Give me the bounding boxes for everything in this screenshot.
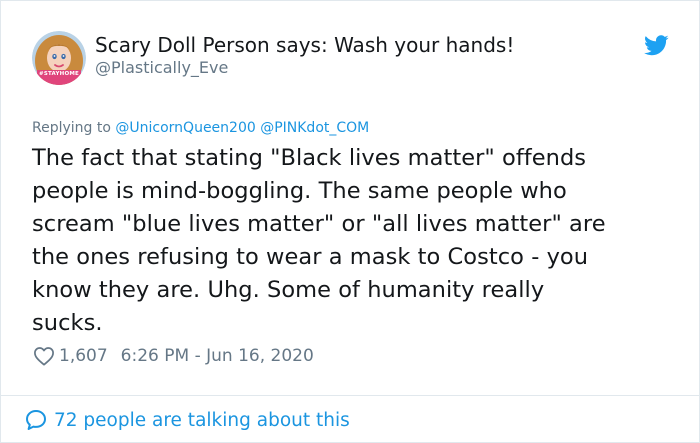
divider — [1, 395, 699, 396]
tweet-timestamp[interactable]: 6:26 PM - Jun 16, 2020 — [121, 346, 314, 366]
speech-bubble-icon — [26, 410, 46, 430]
twitter-bird-icon[interactable] — [644, 35, 669, 56]
like-count[interactable]: 1,607 — [59, 346, 108, 366]
avatar[interactable]: #STAYHOME — [32, 31, 86, 85]
author-name[interactable]: Scary Doll Person says: Wash your hands! — [95, 33, 514, 57]
avatar-caption: #STAYHOME — [39, 71, 79, 77]
tweet-card: #STAYHOME Scary Doll Person says: Wash y… — [0, 0, 700, 443]
reply-mentions[interactable]: @UnicornQueen200 @PINKdot_COM — [115, 120, 369, 136]
tweet-meta: 1,607 6:26 PM - Jun 16, 2020 — [33, 344, 314, 368]
heart-icon[interactable] — [33, 346, 55, 366]
reply-prefix: Replying to — [32, 120, 111, 136]
tweet-text: The fact that stating "Black lives matte… — [32, 145, 606, 336]
conversation-link[interactable]: 72 people are talking about this — [24, 406, 350, 434]
reply-context: Replying to @UnicornQueen200 @PINKdot_CO… — [32, 120, 369, 136]
author-handle[interactable]: @Plastically_Eve — [95, 58, 228, 77]
conversation-label[interactable]: 72 people are talking about this — [54, 410, 350, 431]
